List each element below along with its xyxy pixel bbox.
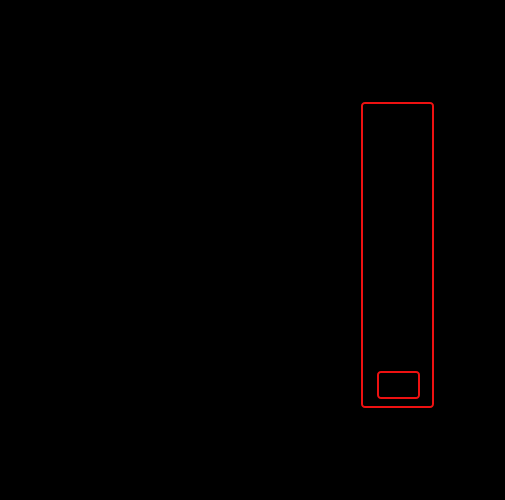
gpu7-util-highlight	[377, 371, 420, 399]
gpu-util-highlight	[361, 102, 434, 408]
